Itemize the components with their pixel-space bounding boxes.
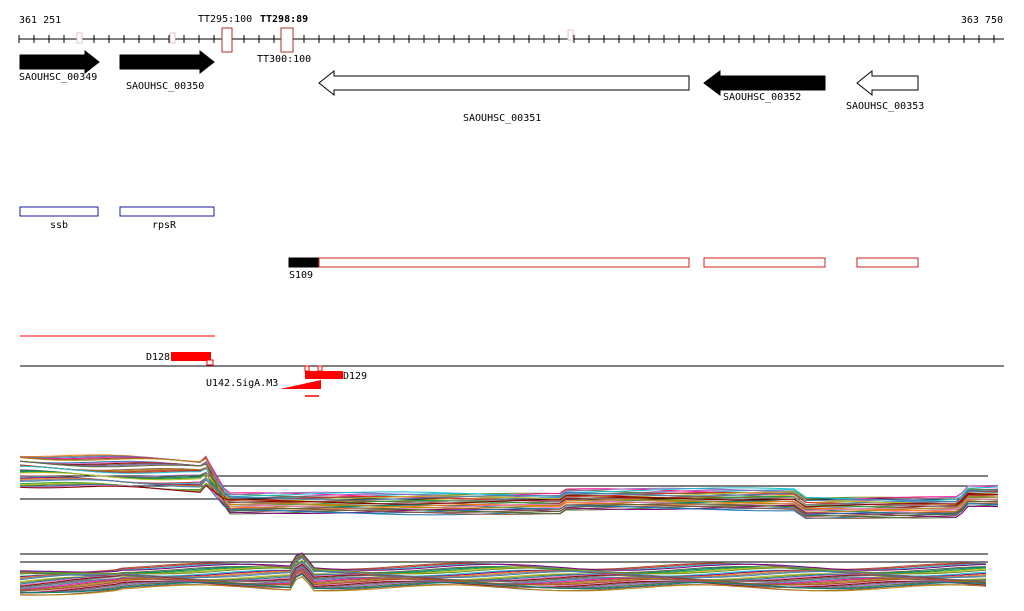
terminator-tt295-icon[interactable]: [221, 27, 233, 53]
gene-label: SAOUHSC_00349: [19, 72, 97, 83]
feature-tick: [317, 365, 323, 372]
segment-box-filled[interactable]: [288, 257, 320, 268]
terminator-tt298-label: TT298:89: [260, 14, 308, 25]
segment-track: S109: [288, 257, 919, 281]
terminator-tt300-label: TT300:100: [257, 54, 311, 65]
feature-block[interactable]: [171, 352, 211, 361]
gene-arrow-icon[interactable]: [119, 49, 215, 75]
annotation-label: rpsR: [152, 220, 177, 231]
expression-curves: [19, 552, 987, 596]
terminator-small-icon: [76, 32, 83, 44]
feature-track: D128 D129 U142.SigA.M3: [20, 335, 1004, 397]
genome-browser: 361 251 363 750 TT295:100 TT298:89 TT300…: [18, 14, 1004, 596]
promoter-wedge-icon[interactable]: [280, 380, 321, 389]
annotation-box[interactable]: [119, 206, 215, 217]
terminator-small-icon: [567, 29, 574, 41]
expression-panel-2: [19, 552, 988, 596]
feature-block[interactable]: [305, 371, 343, 379]
gene-label: SAOUHSC_00351: [463, 113, 541, 124]
gene-track: SAOUHSC_00349 SAOUHSC_00350 SAOUHSC_0035…: [19, 49, 924, 124]
segment-box[interactable]: [318, 257, 690, 268]
terminator-tt298-icon[interactable]: [280, 27, 294, 53]
coord-start-label: 361 251: [19, 15, 61, 26]
terminator-small-icon: [169, 32, 176, 44]
expression-curves: [19, 454, 999, 520]
feature-d129-label: D129: [343, 371, 367, 382]
segment-label: S109: [289, 270, 313, 281]
gene-label: SAOUHSC_00350: [126, 81, 204, 92]
segment-box[interactable]: [703, 257, 826, 268]
coord-end-label: 363 750: [961, 15, 1003, 26]
gene-arrow-icon[interactable]: [318, 69, 690, 97]
gene-arrow-icon[interactable]: [19, 49, 100, 75]
gene-label: SAOUHSC_00352: [723, 92, 801, 103]
feature-d128-label: D128: [146, 352, 170, 363]
annotation-track: ssb rpsR: [19, 206, 215, 231]
annotation-box[interactable]: [19, 206, 99, 217]
terminator-tt295-label: TT295:100: [198, 14, 252, 25]
annotation-label: ssb: [50, 220, 68, 231]
coordinate-ruler: 361 251 363 750: [18, 15, 1004, 43]
gene-arrow-icon[interactable]: [856, 69, 919, 97]
expression-panel-1: [19, 454, 999, 520]
feature-promoter-label: U142.SigA.M3: [206, 378, 278, 389]
segment-box[interactable]: [856, 257, 919, 268]
feature-tick: [304, 365, 310, 372]
gene-label: SAOUHSC_00353: [846, 101, 924, 112]
feature-tick: [206, 359, 214, 366]
